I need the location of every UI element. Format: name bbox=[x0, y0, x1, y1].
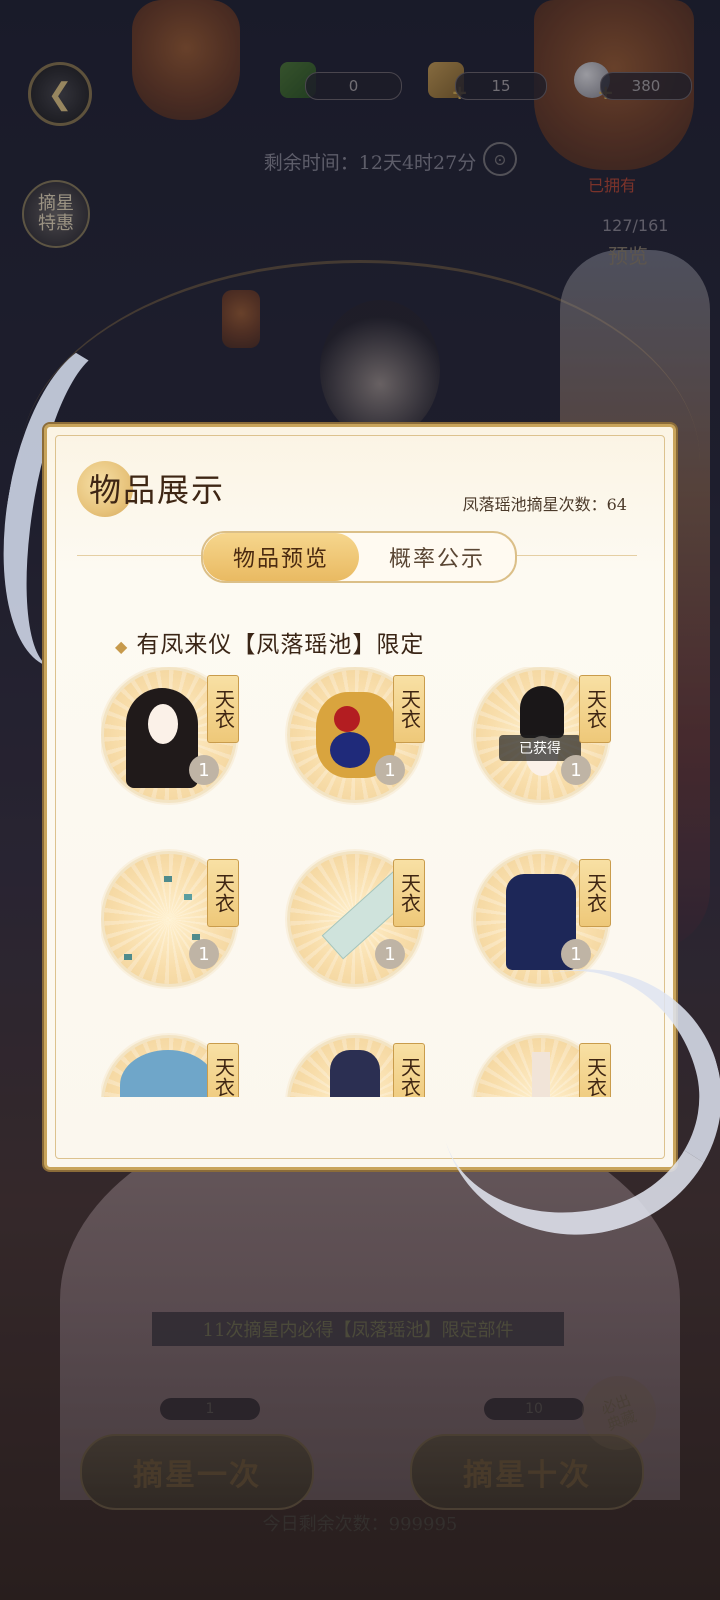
item-quantity: 1 bbox=[561, 939, 591, 969]
bird-art bbox=[164, 876, 172, 882]
dialog-title: 物品展示 bbox=[89, 471, 226, 509]
ruby-art bbox=[334, 706, 360, 732]
item-card[interactable]: 天衣 1 bbox=[287, 851, 425, 989]
sapphire-art bbox=[330, 732, 370, 768]
item-card[interactable]: 天衣 bbox=[287, 1035, 425, 1097]
rarity-tag: 天衣 bbox=[579, 859, 611, 927]
bird-art bbox=[124, 954, 132, 960]
item-card[interactable]: 天衣 1 bbox=[101, 851, 239, 989]
divider bbox=[77, 555, 201, 556]
headpiece-art bbox=[520, 686, 564, 738]
item-quantity: 1 bbox=[561, 755, 591, 785]
rarity-tag: 天衣 bbox=[393, 1043, 425, 1097]
item-quantity: 1 bbox=[189, 939, 219, 969]
pull-count: 凤落瑶池摘星次数：64 bbox=[462, 495, 627, 514]
item-quantity: 1 bbox=[375, 939, 405, 969]
rarity-tag: 天衣 bbox=[393, 859, 425, 927]
item-card[interactable]: 天衣 bbox=[101, 1035, 239, 1097]
diamond-icon: ◆ bbox=[115, 637, 129, 656]
rarity-tag: 天衣 bbox=[207, 1043, 239, 1097]
rarity-tag: 天衣 bbox=[393, 675, 425, 743]
section-title: ◆ 有凤来仪【凤落瑶池】限定 bbox=[115, 625, 424, 659]
tab-probability[interactable]: 概率公示 bbox=[359, 533, 515, 581]
tab-bar: 物品预览 概率公示 bbox=[201, 531, 517, 583]
face-art bbox=[148, 704, 178, 744]
item-card[interactable]: 天衣 1 bbox=[101, 667, 239, 805]
rarity-tag: 天衣 bbox=[207, 859, 239, 927]
item-card[interactable]: 已获得 天衣 1 bbox=[473, 667, 611, 805]
rarity-tag: 天衣 bbox=[207, 675, 239, 743]
item-quantity: 1 bbox=[189, 755, 219, 785]
robe-art bbox=[330, 1050, 380, 1097]
bird-art bbox=[184, 894, 192, 900]
item-quantity: 1 bbox=[375, 755, 405, 785]
rarity-tag: 天衣 bbox=[579, 675, 611, 743]
divider bbox=[513, 555, 637, 556]
tab-item-preview[interactable]: 物品预览 bbox=[203, 533, 359, 581]
item-card[interactable]: 天衣 1 bbox=[287, 667, 425, 805]
section-title-text: 有凤来仪【凤落瑶池】限定 bbox=[136, 632, 425, 658]
